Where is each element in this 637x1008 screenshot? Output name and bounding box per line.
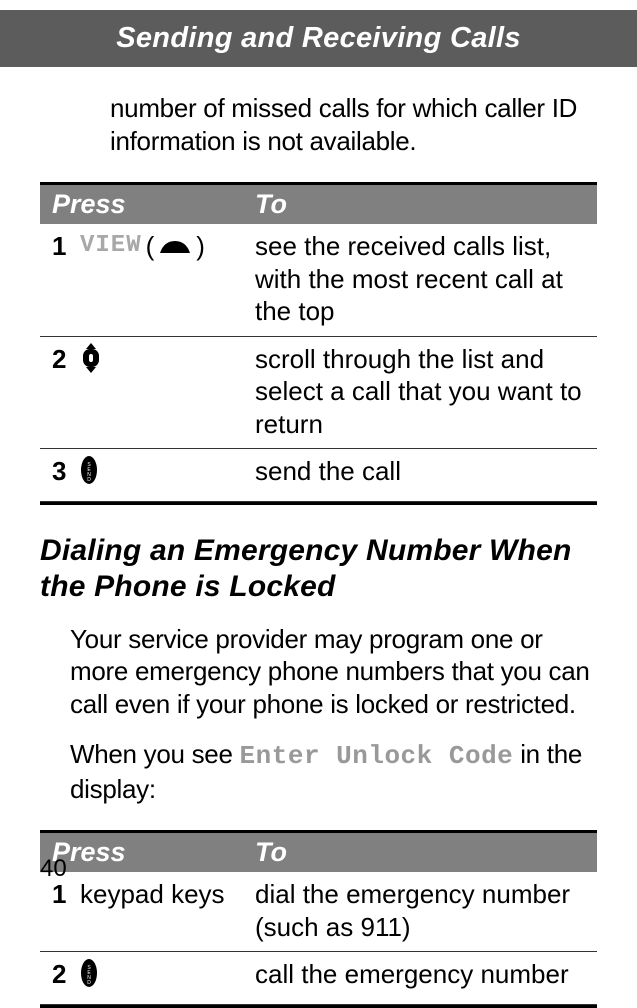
key-spec: [80, 343, 102, 381]
display-code-text: Enter Unlock Code: [240, 741, 514, 771]
step-number: 3: [52, 455, 80, 488]
table-row: 1 VIEW ( ) see the received calls list, …: [40, 224, 597, 337]
key-spec: S E N D: [80, 958, 98, 996]
step-number: 2: [52, 958, 80, 991]
paren-open: (: [146, 230, 155, 263]
col-press-header: Press: [40, 189, 255, 220]
paren-close: ): [196, 230, 205, 263]
to-cell: call the emergency number: [255, 958, 597, 996]
table-header-row: Press To: [40, 833, 597, 872]
press-cell: 1 keypad keys: [40, 878, 255, 943]
to-cell: send the call: [255, 455, 597, 493]
table-row: 2 scroll through the list and select a c…: [40, 337, 597, 450]
send-key-icon: S E N D: [80, 455, 98, 493]
svg-text:D: D: [87, 980, 91, 986]
table-header-row: Press To: [40, 185, 597, 224]
step-number: 1: [52, 230, 80, 263]
table-emergency: Press To 1 keypad keys dial the emergenc…: [40, 830, 597, 1008]
key-spec: keypad keys: [80, 878, 225, 911]
view-softkey-label: VIEW: [80, 231, 142, 261]
press-cell: 2: [40, 343, 255, 441]
table-end-rule: [40, 1005, 597, 1008]
table-row: 2 S E N D call the emergency number: [40, 952, 597, 1005]
to-cell: scroll through the list and select a cal…: [255, 343, 597, 441]
body-paragraph: When you see Enter Unlock Code in the di…: [70, 738, 597, 805]
softkey-icon: [158, 230, 192, 263]
col-to-header: To: [255, 189, 597, 220]
step-number: 2: [52, 343, 80, 376]
scroll-key-icon: [80, 343, 102, 381]
table-received-calls: Press To 1 VIEW ( ) see the received cal…: [40, 182, 597, 505]
table-row: 3 S E N D send the call: [40, 449, 597, 502]
text-pre: When you see: [70, 739, 240, 769]
key-spec: S E N D: [80, 455, 98, 493]
svg-text:D: D: [87, 477, 91, 483]
page-banner: Sending and Receiving Calls: [0, 10, 637, 67]
body-paragraph: Your service provider may program one or…: [70, 623, 597, 721]
press-cell: 1 VIEW ( ): [40, 230, 255, 328]
table-row: 1 keypad keys dial the emergency number …: [40, 872, 597, 952]
continuation-text: number of missed calls for which caller …: [110, 92, 597, 157]
to-cell: see the received calls list, with the mo…: [255, 230, 597, 328]
page-content: number of missed calls for which caller …: [0, 92, 637, 1008]
section-heading: Dialing an Emergency Number When the Pho…: [40, 533, 597, 605]
send-key-icon: S E N D: [80, 958, 98, 996]
press-cell: 2 S E N D: [40, 958, 255, 996]
page-number: 40: [40, 855, 67, 883]
col-to-header: To: [255, 837, 597, 868]
key-spec: VIEW ( ): [80, 230, 205, 263]
col-press-header: Press: [40, 837, 255, 868]
to-cell: dial the emergency number (such as 911): [255, 878, 597, 943]
table-end-rule: [40, 502, 597, 505]
press-cell: 3 S E N D: [40, 455, 255, 493]
